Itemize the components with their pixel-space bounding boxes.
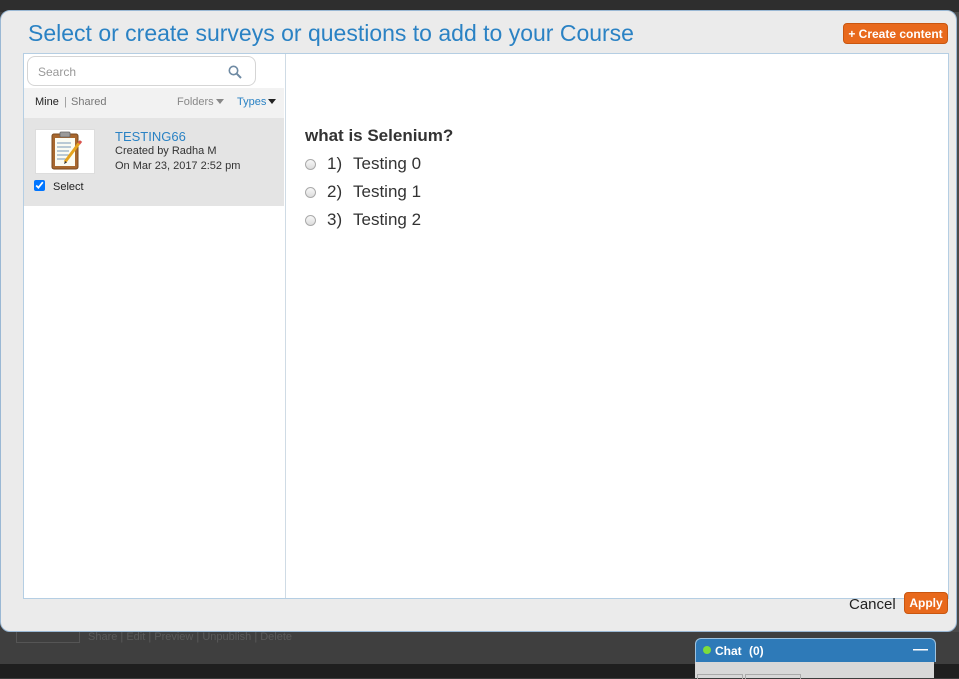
chat-widget[interactable]: Chat (0) —: [695, 638, 936, 662]
list-item[interactable]: TESTING66 Created by Radha M On Mar 23, …: [24, 118, 284, 206]
dialog-title: Select or create surveys or questions to…: [28, 20, 634, 46]
folders-label: Folders: [177, 96, 214, 108]
filter-separator: |: [64, 96, 67, 108]
search-input[interactable]: [36, 62, 220, 82]
option-number: 2): [327, 182, 343, 201]
chat-body: [695, 662, 934, 679]
option-radio[interactable]: [305, 187, 316, 198]
item-title[interactable]: TESTING66: [115, 129, 186, 144]
filter-mine[interactable]: Mine: [35, 96, 59, 108]
chevron-down-icon: [215, 99, 224, 104]
item-date: On Mar 23, 2017 2:52 pm: [115, 160, 241, 172]
survey-thumbnail: [35, 129, 95, 174]
clipboard-icon: [51, 131, 83, 170]
chevron-down-icon: [268, 99, 277, 104]
select-checkbox[interactable]: [34, 180, 45, 191]
option-number: 1): [327, 154, 343, 173]
option-radio[interactable]: [305, 159, 316, 170]
search-icon[interactable]: [227, 64, 243, 80]
select-label: Select: [53, 181, 84, 193]
chat-count: (0): [749, 644, 764, 658]
cancel-button[interactable]: Cancel: [849, 596, 896, 613]
dialog-content: Mine | Shared Folders Types: [23, 53, 949, 599]
select-content-dialog: Select or create surveys or questions to…: [0, 10, 957, 632]
option-label: Testing 0: [353, 154, 422, 173]
apply-button[interactable]: Apply: [904, 592, 948, 614]
content-list-panel: Mine | Shared Folders Types: [24, 54, 286, 598]
online-status-icon: [703, 646, 711, 654]
option-label: Testing 1: [353, 182, 422, 201]
filter-bar: Mine | Shared Folders Types: [24, 88, 284, 118]
filter-shared[interactable]: Shared: [71, 96, 106, 108]
types-label: Types: [237, 96, 267, 108]
search-box[interactable]: [27, 56, 256, 86]
question-text: what is Selenium?: [305, 126, 454, 145]
background-actions: Share | Edit | Preview | Unpublish | Del…: [88, 631, 293, 643]
question-preview: what is Selenium? 1) Testing 0 2) Testin…: [286, 54, 948, 598]
item-author: Created by Radha M: [115, 145, 217, 157]
chat-tab[interactable]: [697, 674, 743, 679]
option-number: 3): [327, 210, 343, 229]
chat-tab[interactable]: [745, 674, 801, 679]
chat-label: Chat: [715, 644, 742, 658]
option-label: Testing 2: [353, 210, 422, 229]
folders-dropdown[interactable]: Folders: [177, 96, 224, 108]
option-radio[interactable]: [305, 215, 316, 226]
minimize-icon[interactable]: —: [913, 641, 928, 658]
types-dropdown[interactable]: Types: [237, 96, 277, 108]
create-content-button[interactable]: + Create content: [843, 23, 948, 44]
